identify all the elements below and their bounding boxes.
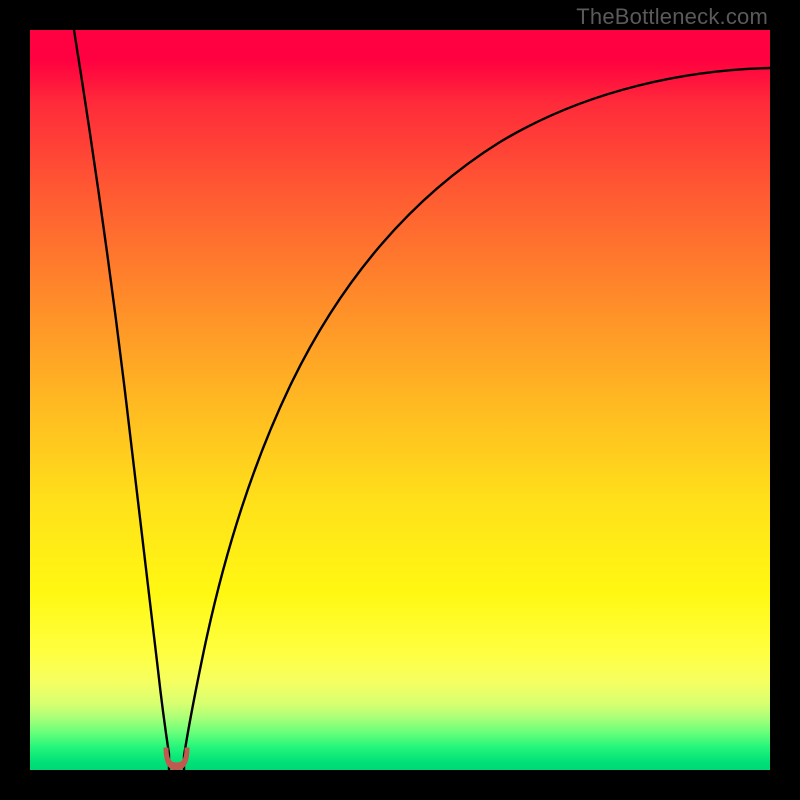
curve-right-branch [184, 68, 770, 770]
optimal-marker [164, 748, 189, 770]
curve-left-branch [74, 30, 169, 770]
bottleneck-curve [30, 30, 770, 770]
chart-frame [30, 30, 770, 770]
watermark-text: TheBottleneck.com [576, 4, 768, 30]
